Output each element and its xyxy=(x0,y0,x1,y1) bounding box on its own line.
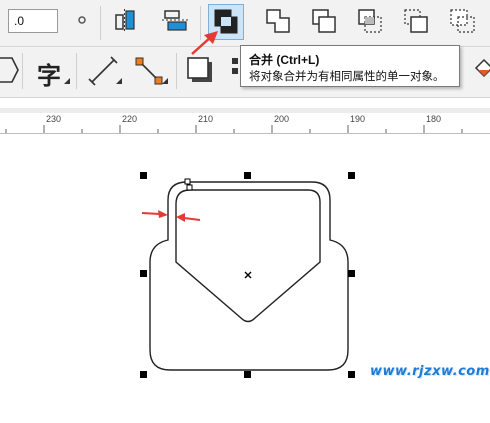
watermark: www.rjzxw.com xyxy=(370,364,490,379)
red-annotation-arrows-icon xyxy=(141,210,201,222)
selection-handle[interactable] xyxy=(140,172,147,179)
selection-handle[interactable] xyxy=(348,270,355,277)
combined-shape[interactable] xyxy=(0,0,490,423)
selection-handle[interactable] xyxy=(140,371,147,378)
selection-handle[interactable] xyxy=(244,371,251,378)
selection-handle[interactable] xyxy=(244,172,251,179)
selection-handle[interactable] xyxy=(348,371,355,378)
selection-handle[interactable] xyxy=(348,172,355,179)
selection-handle[interactable] xyxy=(140,270,147,277)
